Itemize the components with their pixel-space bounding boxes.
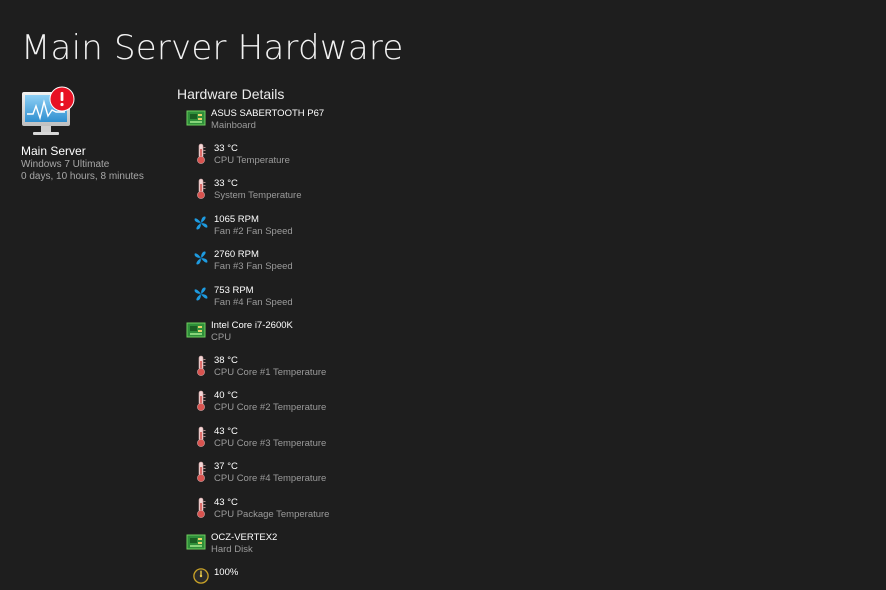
fan-icon xyxy=(193,285,209,307)
thermometer-icon xyxy=(193,143,209,165)
hardware-group: OCZ-VERTEX2 Hard Disk 100% xyxy=(177,532,537,590)
gauge-icon xyxy=(193,567,209,589)
sensor-text: 753 RPM Fan #4 Fan Speed xyxy=(214,285,293,309)
sensor-label: Fan #2 Fan Speed xyxy=(214,225,293,237)
circuit-board-icon xyxy=(186,110,206,126)
circuit-board-icon xyxy=(186,534,206,550)
sensor-row[interactable]: 43 °C CPU Core #3 Temperature xyxy=(177,426,537,461)
circuit-board-icon xyxy=(186,322,206,338)
hardware-group: ASUS SABERTOOTH P67 Mainboard 33 °C CPU Tem… xyxy=(177,108,537,320)
sensor-row[interactable]: 100% xyxy=(177,567,537,590)
sensor-row[interactable]: 40 °C CPU Core #2 Temperature xyxy=(177,390,537,425)
sensor-value: 37 °C xyxy=(214,461,238,473)
server-name: Main Server xyxy=(21,144,86,158)
fan-icon xyxy=(193,249,209,271)
sensor-value: 33 °C xyxy=(214,143,238,154)
sensor-text: 33 °C CPU Temperature xyxy=(214,143,290,167)
hardware-details-header: Hardware Details xyxy=(177,86,285,102)
device-type: Hard Disk xyxy=(211,543,253,555)
device-name: OCZ-VERTEX2 xyxy=(211,531,278,543)
sensor-label: CPU Core #2 Temperature xyxy=(214,402,327,414)
thermometer-icon xyxy=(193,461,209,483)
sensor-value: 1065 RPM xyxy=(214,213,259,225)
sensor-label: System Temperature xyxy=(214,190,302,202)
hardware-list: ASUS SABERTOOTH P67 Mainboard 33 °C CPU Tem… xyxy=(177,108,537,590)
device-type: Mainboard xyxy=(211,120,256,131)
app-window: Main Server Hardware Main Server Windows… xyxy=(0,0,886,590)
sensor-row[interactable]: 1065 RPM Fan #2 Fan Speed xyxy=(177,214,537,249)
page-title: Main Server Hardware xyxy=(21,28,404,68)
sensor-value: 38 °C xyxy=(214,354,238,366)
sensor-label: Fan #3 Fan Speed xyxy=(214,261,293,273)
sensor-row[interactable]: 37 °C CPU Core #4 Temperature xyxy=(177,461,537,496)
device-name: Intel Core i7-2600K xyxy=(211,319,293,331)
device-row[interactable]: OCZ-VERTEX2 Hard Disk xyxy=(177,532,537,567)
sensor-label: CPU Core #1 Temperature xyxy=(214,366,327,378)
sensor-value: 43 °C xyxy=(214,496,238,508)
sensor-label: Fan #4 Fan Speed xyxy=(214,296,293,308)
sensor-row[interactable]: 33 °C CPU Temperature xyxy=(177,143,537,178)
hardware-details: Hardware Details ASUS SABERTOOTH P67 Main… xyxy=(177,86,537,590)
thermometer-icon xyxy=(193,390,209,412)
device-row[interactable]: ASUS SABERTOOTH P67 Mainboard xyxy=(177,108,537,143)
sensor-row[interactable]: 43 °C CPU Package Temperature xyxy=(177,497,537,532)
thermometer-icon xyxy=(193,178,209,200)
server-uptime: 0 days, 10 hours, 8 minutes xyxy=(21,171,144,182)
sensor-text: 40 °C CPU Core #2 Temperature xyxy=(214,390,326,414)
thermometer-icon xyxy=(193,355,209,377)
hardware-group: Intel Core i7-2600K CPU 38 °C CPU Core #1 T… xyxy=(177,320,537,532)
thermometer-icon xyxy=(193,497,209,519)
sensor-row[interactable]: 2760 RPM Fan #3 Fan Speed xyxy=(177,249,537,284)
sensor-value: 100% xyxy=(214,566,239,578)
sensor-value: 43 °C xyxy=(214,425,238,437)
device-type: CPU xyxy=(211,331,232,343)
sensor-value: 40 °C xyxy=(214,390,238,402)
fan-icon xyxy=(193,214,209,236)
sensor-text: 43 °C CPU Core #3 Temperature xyxy=(214,426,326,450)
sensor-row[interactable]: 753 RPM Fan #4 Fan Speed xyxy=(177,285,537,320)
sensor-row[interactable]: 38 °C CPU Core #1 Temperature xyxy=(177,355,537,390)
sensor-label: CPU Core #3 Temperature xyxy=(214,437,327,449)
sensor-text: 37 °C CPU Core #4 Temperature xyxy=(214,461,326,485)
sensor-label: CPU Package Temperature xyxy=(214,508,330,520)
sensor-label: CPU Temperature xyxy=(214,155,290,166)
sensor-row[interactable]: 33 °C System Temperature xyxy=(177,178,537,213)
device-text: Intel Core i7-2600K CPU xyxy=(211,320,293,344)
sensor-text: 43 °C CPU Package Temperature xyxy=(214,497,329,521)
sensor-text: 2760 RPM Fan #3 Fan Speed xyxy=(214,249,293,273)
sensor-value: 33 °C xyxy=(214,178,238,190)
device-row[interactable]: Intel Core i7-2600K CPU xyxy=(177,320,537,355)
sensor-label: CPU Core #4 Temperature xyxy=(214,473,327,485)
device-text: ASUS SABERTOOTH P67 Mainboard xyxy=(211,108,324,132)
alert-badge-icon xyxy=(49,86,75,112)
sensor-text: 100% xyxy=(214,567,238,579)
server-os: Windows 7 Ultimate xyxy=(21,159,110,170)
device-name: ASUS SABERTOOTH P67 xyxy=(211,108,325,119)
sensor-text: 1065 RPM Fan #2 Fan Speed xyxy=(214,214,293,238)
monitor-icon[interactable] xyxy=(21,86,75,138)
device-text: OCZ-VERTEX2 Hard Disk xyxy=(211,532,277,556)
sensor-value: 753 RPM xyxy=(214,284,254,296)
sensor-text: 38 °C CPU Core #1 Temperature xyxy=(214,355,326,379)
server-card[interactable]: Main Server Windows 7 Ultimate 0 days, 1… xyxy=(21,86,171,182)
sensor-text: 33 °C System Temperature xyxy=(214,178,301,202)
sensor-value: 2760 RPM xyxy=(214,249,259,261)
thermometer-icon xyxy=(193,426,209,448)
